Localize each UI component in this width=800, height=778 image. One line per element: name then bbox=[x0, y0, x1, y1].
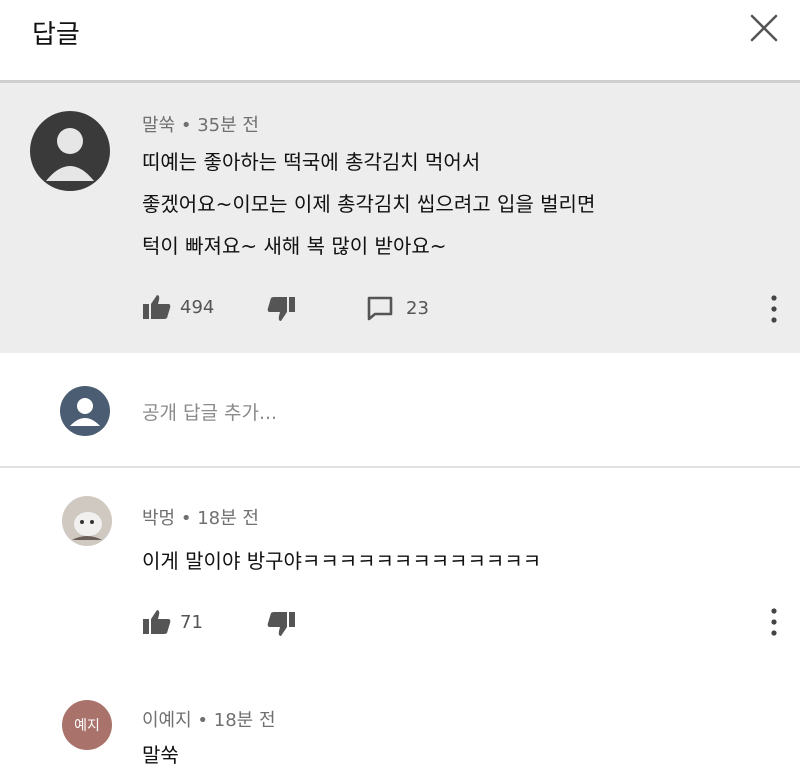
add-reply-input[interactable]: 공개 답글 추가... bbox=[142, 398, 277, 425]
header-title: 답글 bbox=[32, 20, 80, 50]
thumbs-up-icon bbox=[142, 293, 172, 321]
comment-line: 띠예는 좋아하는 떡국에 총각김치 먹어서 bbox=[142, 150, 481, 174]
reply-count-button[interactable]: 23 bbox=[366, 295, 429, 321]
dislike-button[interactable] bbox=[266, 295, 296, 323]
meta-separator: • bbox=[197, 710, 214, 731]
like-button[interactable]: 71 bbox=[142, 608, 203, 636]
like-count: 494 bbox=[180, 296, 215, 318]
comment-meta: 박멍 • 18분 전 bbox=[142, 504, 259, 530]
avatar[interactable] bbox=[62, 496, 112, 546]
current-user-avatar bbox=[60, 386, 110, 436]
avatar[interactable] bbox=[30, 111, 110, 191]
reply-header: 답글 bbox=[0, 0, 800, 83]
comment-text: 이게 말이야 방구야ㅋㅋㅋㅋㅋㅋㅋㅋㅋㅋㅋㅋㅋ bbox=[142, 549, 542, 573]
comment-author[interactable]: 박멍 bbox=[142, 508, 175, 529]
avatar[interactable]: 예지 bbox=[62, 700, 112, 750]
comment-author[interactable]: 이예지 bbox=[142, 710, 192, 731]
comment-text: 말쑥 bbox=[142, 743, 179, 767]
close-icon[interactable] bbox=[748, 12, 780, 44]
meta-separator: • bbox=[180, 508, 198, 529]
like-button[interactable]: 494 bbox=[142, 293, 214, 321]
like-count: 71 bbox=[180, 611, 203, 633]
comment-meta: 이예지 • 18분 전 bbox=[142, 706, 276, 732]
comment-icon bbox=[366, 295, 394, 321]
thumbs-down-icon bbox=[266, 295, 296, 323]
comment-meta: 말쑥 • 35분 전 bbox=[142, 111, 259, 137]
comment-line: 턱이 빠져요~ 새해 복 많이 받아요~ bbox=[142, 234, 447, 258]
dislike-button[interactable] bbox=[266, 610, 296, 638]
more-options-icon[interactable] bbox=[768, 293, 780, 325]
comment-line: 좋겠어요~이모는 이제 총각김치 씹으려고 입을 벌리면 bbox=[142, 192, 596, 216]
add-reply-row bbox=[0, 354, 800, 468]
avatar-initials: 예지 bbox=[74, 718, 100, 734]
comment-author[interactable]: 말쑥 bbox=[142, 115, 175, 136]
comment-time: 18분 전 bbox=[197, 508, 259, 529]
thumbs-up-icon bbox=[142, 608, 172, 636]
comment-text: 띠예는 좋아하는 떡국에 총각김치 먹어서 좋겠어요~이모는 이제 총각김치 씹… bbox=[142, 141, 595, 267]
more-options-icon[interactable] bbox=[768, 606, 780, 638]
parent-comment: 말쑥 • 35분 전 띠예는 좋아하는 떡국에 총각김치 먹어서 좋겠어요~이모… bbox=[0, 83, 800, 353]
meta-separator: • bbox=[180, 115, 198, 136]
thumbs-down-icon bbox=[266, 610, 296, 638]
comment-time: 18분 전 bbox=[213, 710, 276, 731]
reply-count: 23 bbox=[406, 297, 429, 319]
comment-time: 35분 전 bbox=[197, 115, 259, 136]
